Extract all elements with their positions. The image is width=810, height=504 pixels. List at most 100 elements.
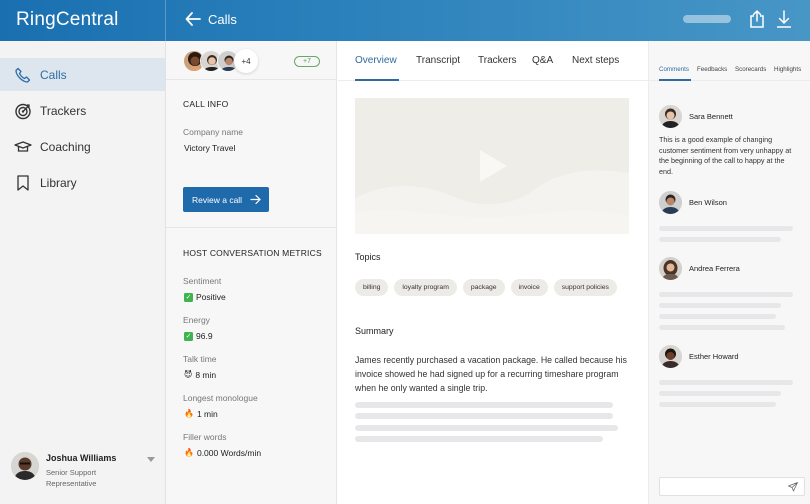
- divider: [166, 227, 337, 228]
- sidebar-item-label: Trackers: [40, 103, 87, 118]
- sidebar-item-label: Library: [40, 175, 77, 190]
- video-player[interactable]: [355, 98, 629, 234]
- top-bar: RingCentral Calls: [0, 0, 810, 41]
- metric-value-text: 0.000 Words/min: [196, 448, 262, 458]
- check-icon: ✓: [184, 331, 193, 341]
- metric-label-sentiment: Sentiment: [183, 276, 222, 286]
- sidebar-item-calls[interactable]: Calls: [0, 58, 165, 91]
- metric-label-energy: Energy: [183, 315, 210, 325]
- chevron-down-icon[interactable]: [147, 457, 155, 462]
- avatar: [659, 191, 682, 214]
- share-icon[interactable]: [748, 9, 766, 29]
- metric-label-talk-time: Talk time: [183, 354, 217, 364]
- metric-value-talk-time: 😈 8 min: [184, 370, 216, 380]
- call-info-panel: +4 +7 CALL INFO Company name Victory Tra…: [166, 41, 337, 504]
- tab-feedbacks[interactable]: Feedbacks: [697, 66, 727, 73]
- summary-text: James recently purchased a vacation pack…: [355, 355, 627, 393]
- comment-text: This is a good example of changing custo…: [659, 135, 792, 176]
- metric-label-filler-words: Filler words: [183, 432, 227, 442]
- tab-comments[interactable]: Comments: [659, 66, 689, 73]
- comment-author: Ben Wilson: [659, 191, 804, 215]
- send-icon[interactable]: [788, 482, 798, 492]
- comments-tabs: Comments Feedbacks Scorecards Highlights: [649, 41, 810, 81]
- tab-trackers[interactable]: Trackers: [478, 55, 517, 66]
- sidebar: Calls Trackers Coaching Library Joshua W…: [0, 41, 166, 504]
- topic-chip[interactable]: invoice: [510, 279, 548, 296]
- tab-scorecards[interactable]: Scorecards: [735, 66, 766, 73]
- metrics-title: HOST CONVERSATION METRICS: [183, 248, 322, 258]
- participants-bar: +4 +7: [166, 41, 337, 80]
- sidebar-item-trackers[interactable]: Trackers: [0, 94, 165, 127]
- topics-title: Topics: [355, 252, 381, 262]
- metric-value-longest-monologue: 🔥 1 min: [184, 409, 218, 419]
- sidebar-item-coaching[interactable]: Coaching: [0, 130, 165, 163]
- metric-value-text: 96.9: [196, 331, 213, 341]
- skeleton-line: [659, 402, 776, 407]
- comment-author: Sara Bennett: [659, 105, 804, 129]
- tab-next-steps[interactable]: Next steps: [572, 55, 619, 66]
- topic-chip[interactable]: package: [462, 279, 505, 296]
- comment-input-box[interactable]: [659, 477, 805, 498]
- arrow-left-icon[interactable]: [184, 10, 202, 28]
- play-icon[interactable]: [480, 150, 507, 182]
- metric-value-filler-words: 🔥 0.000 Words/min: [184, 448, 261, 458]
- tab-transcript[interactable]: Transcript: [416, 55, 460, 66]
- plus-badge[interactable]: +7: [294, 56, 320, 67]
- user-name: Joshua Williams: [46, 453, 117, 463]
- skeleton-line: [355, 413, 613, 419]
- comment-author-name: Sara Bennett: [689, 112, 733, 121]
- skeleton-line: [659, 380, 793, 385]
- topic-chip[interactable]: loyalty program: [394, 279, 457, 296]
- sidebar-item-library[interactable]: Library: [0, 166, 165, 199]
- call-info-title: CALL INFO: [183, 99, 229, 109]
- skeleton-line: [659, 226, 793, 231]
- check-icon: ✓: [184, 292, 193, 302]
- avatar: [659, 257, 682, 280]
- top-bar-placeholder: [683, 15, 731, 23]
- metric-value-text: 8 min: [195, 370, 217, 380]
- topic-chip[interactable]: support policies: [553, 279, 617, 296]
- comment-author: Andrea Ferrera: [659, 257, 804, 281]
- tab-overview[interactable]: Overview: [355, 55, 397, 66]
- skeleton-line: [659, 292, 793, 297]
- company-name-value: Victory Travel: [184, 143, 235, 153]
- main-tabs: Overview Transcript Trackers Q&A Next st…: [338, 41, 648, 81]
- user-profile[interactable]: Joshua Williams Senior Support Represent…: [11, 450, 161, 490]
- phone-icon: [15, 67, 31, 83]
- metric-value-text: 1 min: [196, 409, 218, 419]
- company-name-label: Company name: [183, 127, 244, 137]
- skeleton-line: [659, 325, 785, 330]
- tab-highlights[interactable]: Highlights: [774, 66, 801, 73]
- arrow-right-icon: [250, 194, 261, 205]
- download-icon[interactable]: [776, 9, 792, 29]
- metric-value-text: Positive: [196, 292, 226, 302]
- main-content: Overview Transcript Trackers Q&A Next st…: [338, 41, 648, 504]
- user-role: Senior Support Representative: [46, 468, 97, 488]
- comment-author-name: Ben Wilson: [689, 198, 727, 207]
- comment-author-name: Andrea Ferrera: [689, 264, 740, 273]
- skeleton-line: [659, 391, 781, 396]
- metric-value-energy: ✓ 96.9: [184, 331, 213, 341]
- metric-label-longest-monologue: Longest monologue: [183, 393, 258, 403]
- avatar: [659, 105, 682, 128]
- review-call-label: Review a call: [192, 194, 243, 205]
- skeleton-line: [355, 402, 613, 408]
- topic-chip[interactable]: billing: [355, 279, 389, 296]
- fire-icon: 🔥: [184, 409, 194, 418]
- more-participants[interactable]: +4: [234, 49, 258, 73]
- metric-value-sentiment: ✓ Positive: [184, 292, 226, 302]
- summary-title: Summary: [355, 326, 394, 336]
- devil-icon: 😈: [184, 370, 193, 379]
- skeleton-line: [659, 237, 781, 242]
- review-call-button[interactable]: Review a call: [183, 187, 269, 212]
- skeleton-line: [659, 303, 781, 308]
- topics-list: billing loyalty program package invoice …: [355, 279, 617, 296]
- comment-author: Esther Howard: [659, 345, 804, 369]
- tab-qa[interactable]: Q&A: [532, 55, 553, 66]
- active-tab-indicator: [355, 79, 399, 81]
- sidebar-item-label: Coaching: [40, 139, 91, 154]
- company-name-text: Victory Travel: [184, 143, 236, 153]
- comment-input[interactable]: [660, 481, 780, 498]
- skeleton-line: [355, 436, 603, 442]
- bookmark-icon: [17, 174, 29, 191]
